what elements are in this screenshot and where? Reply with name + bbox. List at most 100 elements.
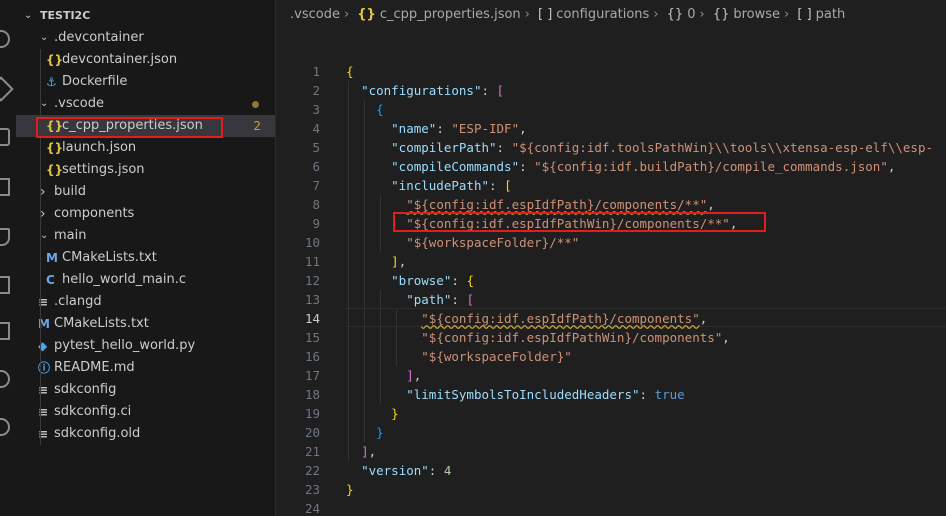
breadcrumb-item-vscode[interactable]: .vscode <box>290 7 340 22</box>
tree-item[interactable]: ≡ .clangd <box>16 291 275 313</box>
tree-item[interactable]: ≡ sdkconfig <box>16 379 275 401</box>
code-line-5: "compilerPath": "${config:idf.toolsPathW… <box>391 140 934 155</box>
search-icon[interactable] <box>0 30 10 48</box>
espressif-icon[interactable] <box>0 418 10 436</box>
array-icon: [ ] <box>797 7 812 22</box>
remote-explorer-icon[interactable] <box>0 276 10 294</box>
esp-idf-icon[interactable] <box>0 370 10 388</box>
code-line-23: } <box>346 482 354 497</box>
chevron-right-icon: › <box>784 7 790 22</box>
breadcrumb-item-path[interactable]: path <box>816 7 846 22</box>
code-line-4: "name": "ESP-IDF", <box>391 121 527 136</box>
line-number: 4 <box>312 121 320 136</box>
tree-item[interactable]: ◆ pytest_hello_world.py <box>16 335 275 357</box>
code-line-11: ], <box>391 254 407 269</box>
code-line-7: "includePath": [ <box>391 178 512 193</box>
line-number: 8 <box>312 197 320 212</box>
json-file-icon: {} <box>46 141 64 155</box>
cmake-icon: M <box>46 251 58 265</box>
testing-icon[interactable] <box>0 228 10 246</box>
tree-item-label: devcontainer.json <box>62 52 178 67</box>
code-line-13: "path": [ <box>406 292 474 307</box>
chevron-right-icon: › <box>699 7 705 22</box>
breadcrumb: .vscode › {} c_cpp_properties.json › [ ] con… <box>276 0 946 30</box>
line-number: 21 <box>304 444 320 459</box>
line-number: 24 <box>304 501 320 516</box>
tree-item[interactable]: ⌄ .devcontainer <box>16 27 275 49</box>
tree-item-label: .devcontainer <box>54 30 144 45</box>
code-editor[interactable]: 1 2 3 4 5 6 7 8 9 10 11 12 13 14 15 16 17 18 19 20 21 22 23 24 … <box>276 30 946 516</box>
tree-item[interactable]: › components <box>16 203 275 225</box>
code-line-14: "${config:idf.espIdfPath}/components", <box>421 311 708 326</box>
json-file-icon: {} <box>357 7 376 22</box>
chevron-right-icon: › <box>653 7 659 22</box>
tree-item-label: components <box>54 206 135 221</box>
code-line-6: "compileCommands": "${config:idf.buildPa… <box>391 159 896 174</box>
line-number: 7 <box>312 178 320 193</box>
array-icon: [ ] <box>538 7 553 22</box>
tree-item-label: launch.json <box>62 140 137 155</box>
code-line-12: "browse": { <box>391 273 474 288</box>
tree-item[interactable]: {} devcontainer.json <box>16 49 275 71</box>
explorer-root[interactable]: ⌄ TESTI2C <box>16 5 275 27</box>
tree-item-label: pytest_hello_world.py <box>54 338 196 353</box>
tree-item[interactable]: ≡ sdkconfig.old <box>16 423 275 445</box>
code-line-21: ], <box>361 444 377 459</box>
tree-item[interactable]: {} launch.json <box>16 137 275 159</box>
tree-item[interactable]: ≡ sdkconfig.ci <box>16 401 275 423</box>
tree-item[interactable]: Chello_world_main.c <box>16 269 275 291</box>
object-icon: {} <box>666 7 684 22</box>
line-number: 18 <box>304 387 320 402</box>
tree-item[interactable]: M CMakeLists.txt <box>16 313 275 335</box>
tree-item-label: .clangd <box>54 294 102 309</box>
breadcrumb-item-index[interactable]: 0 <box>687 7 695 22</box>
tree-item-label: hello_world_main.c <box>62 272 186 287</box>
tree-item-label: main <box>54 228 87 243</box>
chevron-down-icon: ⌄ <box>40 230 49 241</box>
tree-item-label: CMakeLists.txt <box>54 316 149 331</box>
breadcrumb-item-browse[interactable]: browse <box>733 7 780 22</box>
tree-item[interactable]: ⌄ .vscode <box>16 93 275 115</box>
code-line-3: { <box>376 102 384 117</box>
line-number: 23 <box>304 482 320 497</box>
object-icon: {} <box>712 7 730 22</box>
tree-item[interactable]: ⚓ Dockerfile <box>16 71 275 93</box>
line-number: 14 <box>304 311 320 326</box>
indent-guide <box>40 49 41 445</box>
tree-item-label: settings.json <box>62 162 145 177</box>
code-line-2: "configurations": [ <box>361 83 505 98</box>
breadcrumb-item-file[interactable]: c_cpp_properties.json <box>380 7 521 22</box>
line-number: 13 <box>304 292 320 307</box>
highlight-box-line-9 <box>393 212 766 232</box>
modified-dot-icon <box>252 101 259 108</box>
tree-item[interactable]: {} settings.json <box>16 159 275 181</box>
chevron-right-icon: › <box>343 7 350 22</box>
code-line-10: "${workspaceFolder}/**" <box>406 235 580 250</box>
tree-item[interactable]: ⌄ main <box>16 225 275 247</box>
docker-icon[interactable] <box>0 322 10 340</box>
extensions-icon[interactable] <box>0 178 10 196</box>
c-file-icon: C <box>46 273 55 287</box>
line-number: 10 <box>304 235 320 250</box>
code-line-15: "${config:idf.espIdfPathWin}/components"… <box>421 330 730 345</box>
run-debug-icon[interactable] <box>0 128 10 146</box>
line-number: 2 <box>312 83 320 98</box>
root-folder-label: TESTI2C <box>40 9 91 22</box>
tree-item[interactable]: ⓘ README.md <box>16 357 275 379</box>
tree-item[interactable]: › build <box>16 181 275 203</box>
code-line-16: "${workspaceFolder}" <box>421 349 572 364</box>
source-control-icon[interactable] <box>0 76 14 102</box>
tree-item[interactable]: M CMakeLists.txt <box>16 247 275 269</box>
breadcrumb-item-configurations[interactable]: configurations <box>556 7 649 22</box>
line-number: 22 <box>304 463 320 478</box>
line-number: 16 <box>304 349 320 364</box>
code-line-1: { <box>346 64 354 79</box>
line-number: 11 <box>304 254 320 269</box>
code-line-18: "limitSymbolsToIncludedHeaders": true <box>406 387 685 402</box>
json-file-icon: {} <box>46 163 64 177</box>
problem-count-badge: 2 <box>253 119 261 133</box>
tree-item-label: CMakeLists.txt <box>62 250 157 265</box>
docker-icon: ⚓ <box>46 75 57 89</box>
code-line-19: } <box>391 406 399 421</box>
line-number: 6 <box>312 159 320 174</box>
